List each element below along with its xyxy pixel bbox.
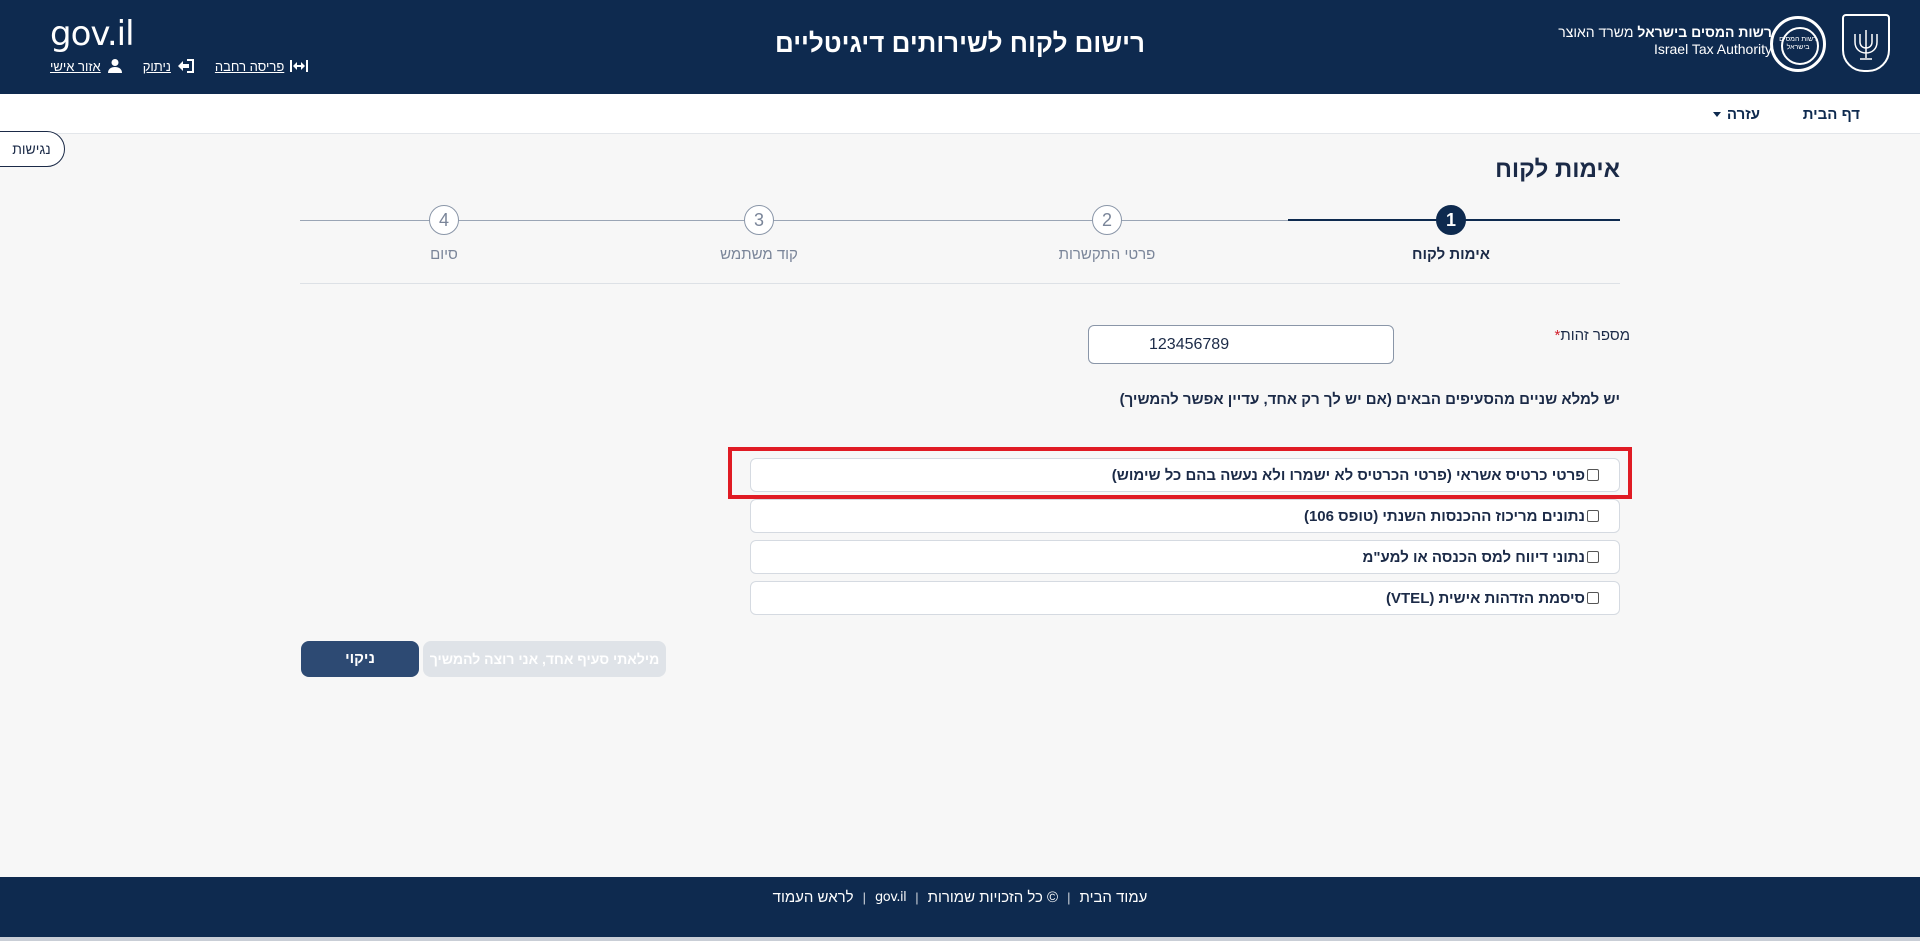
site-footer: עמוד הבית | © כל הזכויות שמורות | gov.il… [0,877,1920,941]
step-2-label: פרטי התקשרות [1058,246,1156,263]
back-to-top-link[interactable]: לראש העמוד [773,889,854,906]
logout-icon [177,59,194,73]
option-checkbox[interactable] [1587,592,1599,604]
tax-authority-emblem: רשות המסים בישראל [1770,16,1826,72]
footer-gov-logo[interactable]: gov.il [875,890,907,905]
step-4-label: סיום [430,246,458,263]
form-instruction: יש למלא שניים מהסעיפים הבאים (אם יש לך ר… [1119,391,1620,408]
option-label: נתונים מריכוז ההכנסות השנתי (טופס 106) [1303,507,1585,525]
footer-links: עמוד הבית | © כל הזכויות שמורות | gov.il… [0,889,1920,906]
taskbar-strip [0,937,1920,941]
emblem-text: רשות המסים בישראל [1779,36,1817,51]
id-number-label-text: מספר זהות [1560,327,1630,344]
wide-layout-label: פריסה רחבה [214,58,285,74]
nav-home[interactable]: דף הבית [1803,106,1860,123]
authority-name-he: רשות המסים בישראל [1637,24,1772,40]
option-label: סיסמת הזדהות אישית (VTEL) [1386,589,1585,607]
logout-link[interactable]: ניתוק [143,58,195,74]
option-checkbox[interactable] [1587,551,1599,563]
authority-name-en: Israel Tax Authority [1653,41,1772,57]
footer-home-link[interactable]: עמוד הבית [1080,889,1148,906]
clear-button[interactable]: ניקוי [301,641,419,677]
option-vtel-password[interactable]: סיסמת הזדהות אישית (VTEL) [750,581,1620,615]
option-form-106[interactable]: נתונים מריכוז ההכנסות השנתי (טופס 106) [750,499,1620,533]
continue-one-item-button[interactable]: מילאתי סעיף אחד, אני רוצה להמשיך [423,641,666,677]
chevron-down-icon [1712,112,1721,117]
footer-separator: | [862,890,866,905]
option-checkbox[interactable] [1587,510,1599,522]
ministry-name-he: משרד האוצר [1558,24,1638,40]
accessibility-button[interactable]: נגישות [0,131,65,167]
highlight-box [728,447,1632,499]
nav-help-label: עזרה [1726,106,1760,123]
option-tax-report[interactable]: נתוני דיווח למס הכנסה או למע"מ [750,540,1620,574]
nav-help-dropdown[interactable]: עזרה [1712,106,1760,123]
step-1-label: אימות לקוח [1411,246,1491,263]
user-icon [107,59,122,73]
id-number-label: מספר זהות* [1551,327,1630,344]
step-3-label: קוד משתמש [720,246,798,263]
step-1-circle: 1 [1436,205,1466,235]
footer-separator: | [1067,890,1071,905]
personal-area-label: אזור אישי [50,58,101,74]
site-header: gov.il אזור אישי ניתוק פריסה רחבה רישום … [0,0,1920,94]
tax-authority-name: רשות המסים בישראל משרד האוצר Israel Tax … [1558,24,1772,58]
footer-copyright: © כל הזכויות שמורות [927,889,1059,906]
step-3-circle: 3 [744,205,774,235]
step-4-circle: 4 [429,205,459,235]
wide-layout-link[interactable]: פריסה רחבה [214,58,309,74]
state-emblem-menorah-icon [1842,14,1890,72]
page-title: אימות לקוח [1495,156,1620,183]
id-number-input[interactable] [1088,325,1394,364]
logout-label: ניתוק [142,58,171,74]
footer-separator: | [915,890,919,905]
expand-width-icon [290,60,309,72]
main-nav: דף הבית עזרה [0,94,1920,134]
option-label: נתוני דיווח למס הכנסה או למע"מ [1362,548,1585,566]
personal-area-link[interactable]: אזור אישי [50,58,123,74]
header-links: אזור אישי ניתוק פריסה רחבה [50,58,309,74]
step-2-circle: 2 [1092,205,1122,235]
progress-stepper: 4 סיום 3 קוד משתמש 2 פרטי התקשרות 1 אימו… [300,204,1620,284]
